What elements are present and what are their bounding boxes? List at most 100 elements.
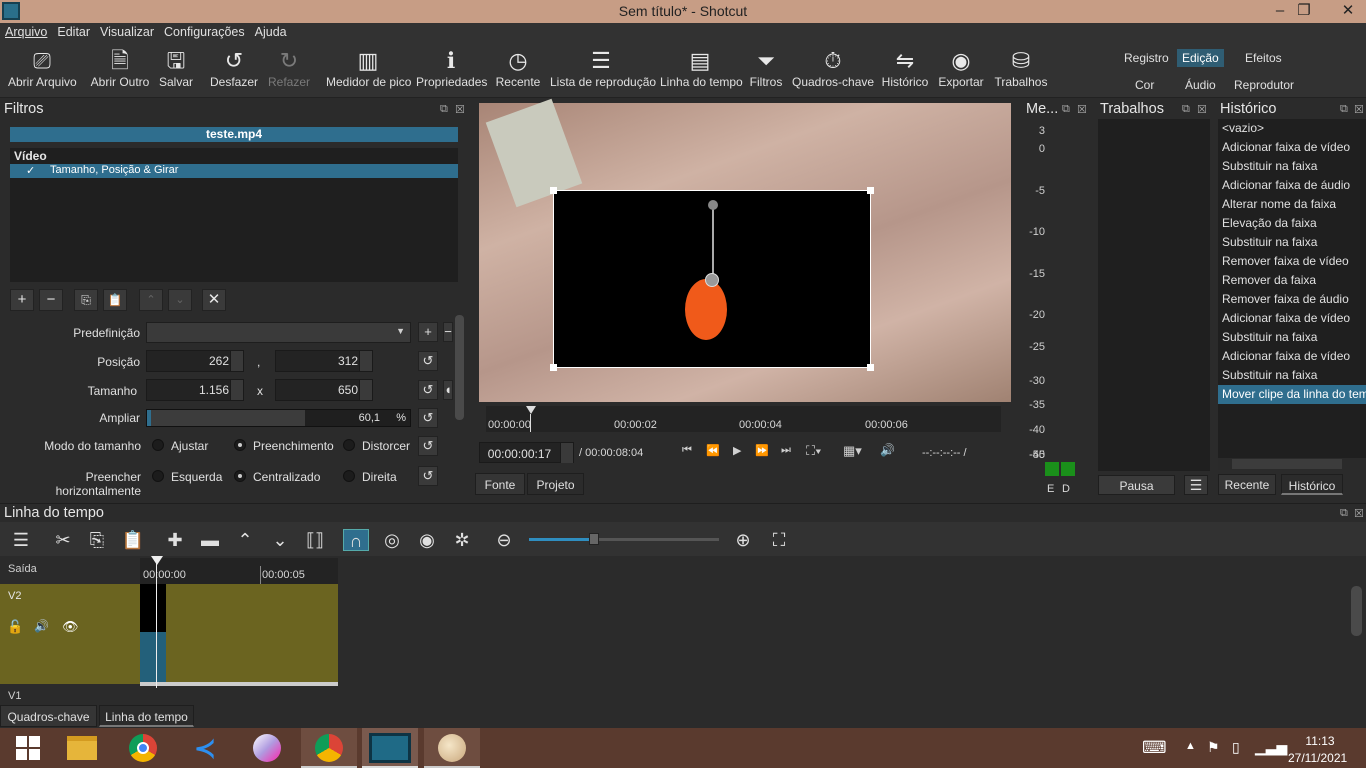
- preset-combobox[interactable]: ▼: [146, 322, 411, 343]
- reset-zoom-icon[interactable]: ↺: [418, 408, 438, 428]
- redo-button[interactable]: ↻ Refazer: [266, 47, 312, 89]
- v1-track-header[interactable]: V1: [0, 687, 140, 705]
- tab-recent[interactable]: Recente: [1218, 474, 1276, 495]
- history-button[interactable]: ⇋ Histórico: [880, 47, 930, 89]
- tab-project[interactable]: Projeto: [527, 473, 584, 495]
- layout-reprodutor[interactable]: Reprodutor: [1234, 78, 1294, 92]
- size-height-input[interactable]: 650: [275, 379, 373, 401]
- skip-next-icon[interactable]: ⏭: [781, 444, 791, 457]
- delete-preset-button[interactable]: −: [443, 322, 453, 342]
- copy-filter-icon[interactable]: ⎘: [74, 289, 98, 311]
- ripple-icon[interactable]: ◉: [414, 529, 440, 551]
- open-other-button[interactable]: 🗎 Abrir Outro: [86, 47, 154, 89]
- float-icon[interactable]: ⧉: [1340, 507, 1348, 520]
- float-icon[interactable]: ⧉: [1182, 103, 1190, 116]
- jobs-menu-icon[interactable]: ☰: [1184, 475, 1208, 495]
- move-up-icon[interactable]: ⌃: [139, 289, 163, 311]
- size-mode-distort-radio[interactable]: [343, 439, 355, 451]
- handle[interactable]: [550, 364, 557, 371]
- tab-source[interactable]: Fonte: [475, 473, 525, 495]
- float-icon[interactable]: ⧉: [440, 103, 448, 116]
- tab-timeline[interactable]: Linha do tempo: [99, 705, 194, 727]
- eye-icon[interactable]: 👁: [62, 619, 79, 635]
- fast-forward-icon[interactable]: ⏩: [755, 444, 769, 457]
- zoom-slider[interactable]: 60,1 %: [146, 409, 411, 427]
- slider-handle[interactable]: [589, 533, 599, 545]
- lift-icon[interactable]: ⌃: [232, 529, 258, 551]
- layout-edicao[interactable]: Edição: [1177, 49, 1224, 67]
- remove-icon[interactable]: ▬: [197, 529, 223, 551]
- tab-history[interactable]: Histórico: [1281, 474, 1343, 495]
- video-viewer[interactable]: [479, 98, 1011, 402]
- position-y-input[interactable]: 312: [275, 350, 373, 372]
- history-item[interactable]: Substituir na faixa: [1218, 157, 1366, 176]
- jobs-list[interactable]: [1098, 119, 1210, 471]
- close-panel-icon[interactable]: ☒: [1354, 507, 1364, 520]
- history-item[interactable]: Adicionar faixa de vídeo: [1218, 138, 1366, 157]
- keyframes-button[interactable]: ⏱ Quadros-chave: [792, 47, 874, 89]
- snap-magnet-icon[interactable]: ∩: [343, 529, 369, 551]
- paint-3d-icon[interactable]: [239, 728, 295, 768]
- add-filter-button[interactable]: +: [10, 289, 34, 311]
- paint-icon[interactable]: [424, 728, 480, 768]
- filters-button[interactable]: ⏷ Filtros: [746, 47, 786, 89]
- split-icon[interactable]: ⟦⟧: [302, 529, 328, 551]
- network-icon[interactable]: ▁▃▅: [1255, 739, 1287, 756]
- reset-size-mode-icon[interactable]: ↺: [418, 436, 438, 456]
- save-button[interactable]: 🖫 Salvar: [156, 47, 196, 89]
- start-button[interactable]: [0, 728, 56, 768]
- append-icon[interactable]: ✚: [162, 529, 188, 551]
- history-item[interactable]: Elevação da faixa: [1218, 214, 1366, 233]
- float-icon[interactable]: ⧉: [1062, 103, 1070, 116]
- handle[interactable]: [867, 364, 874, 371]
- close-panel-icon[interactable]: ☒: [1077, 103, 1087, 116]
- filters-scrollbar[interactable]: [455, 315, 464, 420]
- center-handle[interactable]: [705, 273, 719, 287]
- battery-icon[interactable]: ▯: [1232, 739, 1240, 756]
- halign-center-radio[interactable]: [234, 470, 246, 482]
- history-hscrollbar[interactable]: [1218, 458, 1366, 470]
- zoom-in-icon[interactable]: ⊕: [730, 529, 756, 551]
- history-item[interactable]: Adicionar faixa de vídeo: [1218, 309, 1366, 328]
- flag-icon[interactable]: ⚑: [1207, 739, 1220, 756]
- aspect-lock-icon[interactable]: ◖: [443, 380, 453, 400]
- float-icon[interactable]: ⧉: [1340, 103, 1348, 116]
- chevron-up-icon[interactable]: ▲: [1185, 740, 1196, 752]
- handle[interactable]: [550, 187, 557, 194]
- history-item[interactable]: Remover faixa de áudio: [1218, 290, 1366, 309]
- v2-track-header[interactable]: V2 🔓 🔊 👁: [0, 584, 140, 684]
- pause-jobs-button[interactable]: Pausa: [1098, 475, 1175, 495]
- scrollbar-thumb[interactable]: [1232, 459, 1342, 469]
- export-button[interactable]: ◉ Exportar: [936, 47, 986, 89]
- cut-icon[interactable]: ✂: [50, 529, 76, 551]
- shotcut-taskbar-icon[interactable]: [362, 728, 418, 768]
- history-item[interactable]: Mover clipe da linha do tempo: [1218, 385, 1366, 404]
- close-button[interactable]: ✕: [1330, 0, 1366, 23]
- timeline-button[interactable]: ▤ Linha do tempo: [660, 47, 743, 89]
- layout-registro[interactable]: Registro: [1124, 51, 1169, 65]
- layout-cor[interactable]: Cor: [1135, 78, 1154, 92]
- size-mode-fit-radio[interactable]: [152, 439, 164, 451]
- paste-filter-icon[interactable]: 📋: [103, 289, 127, 311]
- menu-arquivo[interactable]: Arquivo: [0, 23, 52, 41]
- close-panel-icon[interactable]: ☒: [455, 103, 465, 116]
- playlist-button[interactable]: ☰ Lista de reprodução: [550, 47, 656, 89]
- timeline-playhead[interactable]: [156, 558, 157, 688]
- playhead-icon[interactable]: [526, 406, 536, 414]
- jobs-button[interactable]: ⛁ Trabalhos: [992, 47, 1050, 89]
- zoom-fit-timeline-icon[interactable]: ⛶: [766, 529, 792, 551]
- peak-meter-button[interactable]: ▥ Medidor de pico: [326, 47, 411, 89]
- current-time-input[interactable]: 00:00:00:17: [479, 442, 574, 463]
- paste-icon[interactable]: 📋: [120, 529, 146, 551]
- grid-icon[interactable]: ▦▾: [843, 443, 862, 459]
- transform-overlay[interactable]: [550, 187, 874, 371]
- zoom-out-icon[interactable]: ⊖: [491, 529, 517, 551]
- halign-right-radio[interactable]: [343, 470, 355, 482]
- rewind-icon[interactable]: ⏪: [706, 444, 720, 457]
- timeline-zoom-slider[interactable]: [529, 533, 719, 545]
- clock-date[interactable]: 27/11/2021: [1288, 751, 1347, 765]
- chrome-profile-icon[interactable]: [301, 728, 357, 768]
- timeline-ruler[interactable]: 00:00:00 00:00:05: [140, 558, 338, 584]
- menu-configuracoes[interactable]: Configurações: [159, 23, 250, 41]
- player-ruler[interactable]: 00:00:00 00:00:02 00:00:04 00:00:06: [486, 406, 1001, 432]
